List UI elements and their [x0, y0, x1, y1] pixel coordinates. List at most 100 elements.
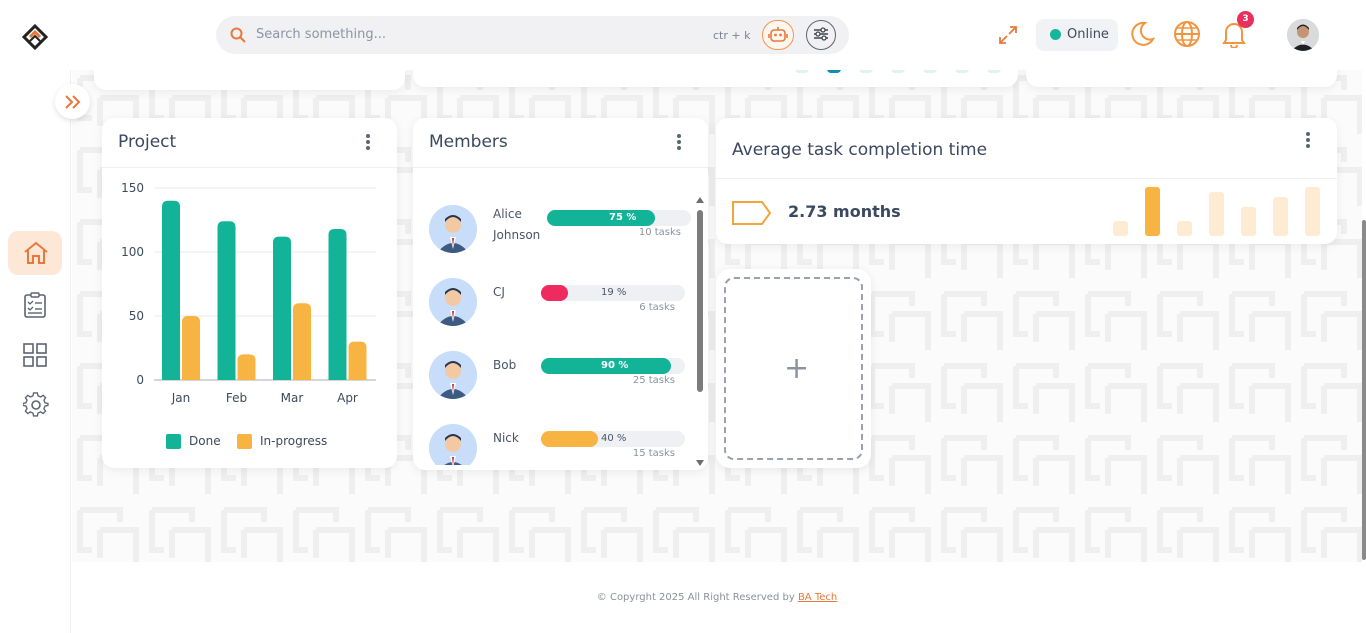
legend-swatch-done: [166, 434, 181, 449]
chart-bar-done: [273, 236, 291, 380]
member-progress-track: 75 %: [547, 210, 691, 226]
mini-bar: [1145, 187, 1160, 236]
person-icon: [429, 424, 477, 465]
project-menu-icon[interactable]: [366, 134, 370, 150]
mini-bar: [1113, 221, 1128, 236]
member-progress-label: 90 %: [601, 360, 629, 371]
scroll-down-arrow-icon[interactable]: [695, 459, 705, 467]
online-status-label: Online: [1067, 27, 1109, 42]
gear-icon: [23, 392, 49, 417]
member-progress-fill: [541, 431, 598, 447]
online-status[interactable]: Online: [1036, 19, 1118, 51]
member-progress-label: 75 %: [609, 212, 637, 223]
member-avatar: [429, 351, 477, 399]
chart-y-tick-label: 50: [129, 309, 144, 323]
checklist-icon: [24, 292, 46, 318]
member-progress-track: 40 %: [541, 431, 685, 447]
mini-bar: [1241, 207, 1256, 236]
notification-badge: 3: [1237, 11, 1254, 28]
search-filter-button[interactable]: [806, 20, 836, 50]
avg-card-title: Average task completion time: [732, 140, 988, 160]
avg-mini-bar-chart: [1113, 187, 1320, 236]
fullscreen-icon[interactable]: [998, 25, 1018, 45]
member-row[interactable]: CJ 19 % 6 tasks: [429, 278, 699, 334]
user-avatar-image: [1287, 19, 1319, 51]
member-avatar: [429, 205, 477, 253]
top-bar: Search something... ctr + k Online 3: [0, 0, 1366, 70]
app-logo[interactable]: [22, 24, 48, 50]
chart-x-tick-label: Apr: [337, 391, 358, 405]
chart-x-tick-label: Jan: [171, 391, 191, 405]
chart-bar-in-progress: [348, 341, 367, 380]
sidebar-toggle-button[interactable]: [55, 84, 90, 119]
member-task-count: 25 tasks: [632, 375, 675, 386]
member-row[interactable]: Alice Johnson 75 % 10 tasks: [429, 205, 699, 261]
search-bar[interactable]: Search something... ctr + k: [216, 16, 849, 54]
person-icon: [429, 351, 477, 399]
member-name: Alice Johnson: [493, 207, 541, 242]
project-card-header: Project: [102, 118, 397, 168]
member-row[interactable]: Bob 90 % 25 tasks: [429, 351, 699, 407]
moon-icon[interactable]: [1128, 20, 1156, 48]
person-icon: [429, 205, 477, 253]
ai-assistant-button[interactable]: [762, 20, 794, 50]
member-task-count: 15 tasks: [632, 448, 675, 459]
members-card: Members Alice Johnson 75 % 10 tasks CJ 1…: [413, 118, 708, 470]
chart-bar-done: [217, 221, 236, 380]
footer: © Copyrght 2025 All Right Reserved by BA…: [72, 592, 1362, 603]
members-card-title: Members: [429, 132, 508, 152]
members-list[interactable]: Alice Johnson 75 % 10 tasks CJ 19 % 6 ta…: [413, 169, 708, 465]
add-widget-card[interactable]: +: [716, 269, 871, 468]
member-progress-track: 19 %: [541, 285, 685, 301]
chart-bar-in-progress: [237, 354, 256, 380]
member-row[interactable]: Nick 40 % 15 tasks: [429, 424, 699, 465]
avg-completion-card: Average task completion time 2.73 months: [716, 118, 1337, 244]
footer-company-link[interactable]: BA Tech: [798, 592, 837, 603]
add-widget-dropzone[interactable]: +: [724, 277, 863, 460]
tag-icon: [732, 201, 772, 225]
scroll-up-arrow-icon[interactable]: [695, 196, 705, 204]
members-card-header: Members: [413, 118, 708, 168]
member-task-count: 10 tasks: [638, 227, 681, 238]
member-progress-fill: [541, 285, 568, 301]
user-avatar[interactable]: [1287, 19, 1319, 51]
nav-boards[interactable]: [8, 333, 62, 377]
chart-bar-done: [162, 200, 180, 380]
nav-tasks[interactable]: [8, 282, 62, 326]
project-card-title: Project: [118, 132, 177, 152]
nav-home[interactable]: [8, 231, 62, 275]
avg-card-header: Average task completion time: [716, 118, 1337, 179]
chart-y-tick-label: 150: [121, 181, 144, 195]
avg-menu-icon[interactable]: [1306, 132, 1310, 148]
mini-bar: [1177, 221, 1192, 236]
plus-icon: +: [784, 351, 810, 386]
members-scrollbar[interactable]: [697, 210, 703, 392]
project-bar-chart: 0 50 100 150 Jan Feb Mar Apr: [121, 181, 376, 405]
globe-icon[interactable]: [1173, 20, 1201, 48]
nav-settings[interactable]: [8, 382, 62, 426]
home-icon: [24, 241, 48, 264]
sidebar: [0, 70, 71, 633]
member-avatar: [429, 424, 477, 465]
chart-bar-in-progress: [182, 316, 200, 380]
mini-bar: [1273, 197, 1288, 236]
mini-bar: [1209, 192, 1224, 236]
grid-icon: [23, 343, 47, 367]
member-progress-fill: [547, 210, 655, 226]
members-menu-icon[interactable]: [677, 134, 681, 150]
search-icon: [230, 27, 246, 43]
sliders-icon: [814, 27, 828, 41]
double-chevron-right-icon: [65, 95, 81, 109]
chart-y-tick-label: 0: [136, 373, 144, 387]
robot-icon: [768, 27, 788, 42]
chart-bar-in-progress: [293, 303, 311, 380]
member-task-count: 6 tasks: [639, 302, 675, 313]
person-icon: [429, 278, 477, 326]
search-shortcut: ctr + k: [713, 29, 751, 42]
chart-x-tick-label: Mar: [281, 391, 304, 405]
page-scrollbar[interactable]: [1362, 220, 1366, 560]
project-card: Project 0 50 100 150 Jan Feb Mar Apr Done In-pr…: [102, 118, 397, 468]
online-dot: [1050, 29, 1061, 40]
search-input[interactable]: Search something...: [256, 27, 386, 42]
legend-label-done: Done: [189, 434, 221, 448]
